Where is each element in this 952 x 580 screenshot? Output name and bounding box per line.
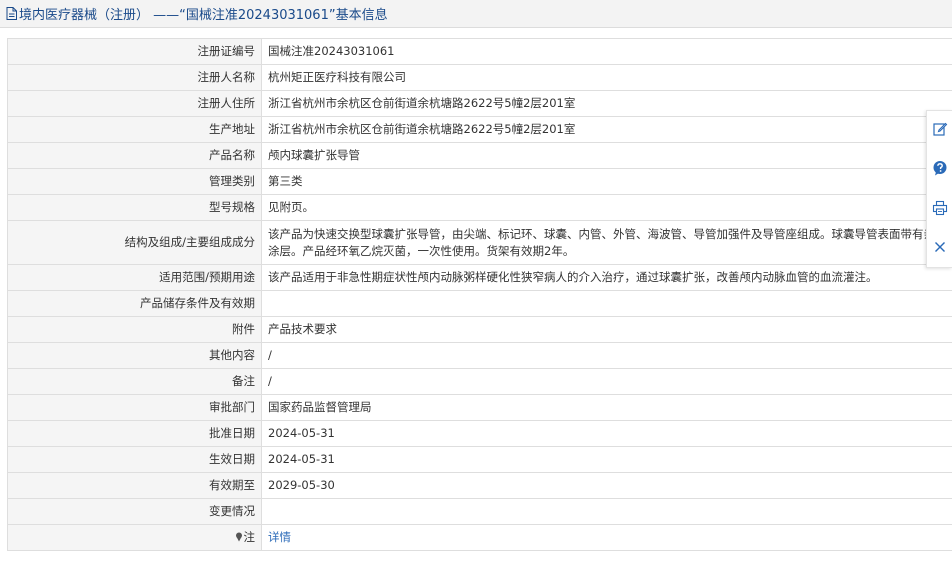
row-value: 国械注准20243031061 — [261, 38, 952, 65]
edit-icon[interactable] — [932, 121, 948, 137]
row-label: 生产地址 — [7, 116, 262, 143]
info-table: 注册证编号 国械注准20243031061 注册人名称 杭州矩正医疗科技有限公司… — [7, 38, 952, 551]
table-row: 有效期至 2029-05-30 — [7, 472, 952, 499]
table-row: 注册人名称 杭州矩正医疗科技有限公司 — [7, 64, 952, 91]
row-value: 浙江省杭州市余杭区仓前街道余杭塘路2622号5幢2层201室 — [261, 116, 952, 143]
table-row: 生产地址 浙江省杭州市余杭区仓前街道余杭塘路2622号5幢2层201室 — [7, 116, 952, 143]
table-row: 备注 / — [7, 368, 952, 395]
row-label: 批准日期 — [7, 420, 262, 447]
note-value: 详情 — [261, 524, 952, 551]
row-value — [261, 498, 952, 525]
row-label: 产品名称 — [7, 142, 262, 169]
row-value: 颅内球囊扩张导管 — [261, 142, 952, 169]
table-row: 注 详情 — [7, 524, 952, 551]
row-value: 产品技术要求 — [261, 316, 952, 343]
table-row: 变更情况 — [7, 498, 952, 525]
row-label: 附件 — [7, 316, 262, 343]
print-icon[interactable] — [932, 200, 948, 216]
note-label-cell: 注 — [7, 524, 262, 551]
row-label: 型号规格 — [7, 194, 262, 221]
row-label: 注册人名称 — [7, 64, 262, 91]
row-value — [261, 290, 952, 317]
table-row: 生效日期 2024-05-31 — [7, 446, 952, 473]
row-value: 杭州矩正医疗科技有限公司 — [261, 64, 952, 91]
row-label: 产品储存条件及有效期 — [7, 290, 262, 317]
row-value: 2029-05-30 — [261, 472, 952, 499]
table-row: 适用范围/预期用途 该产品适用于非急性期症状性颅内动脉粥样硬化性狭窄病人的介入治… — [7, 264, 952, 291]
close-icon[interactable] — [932, 239, 948, 255]
details-link[interactable]: 详情 — [268, 530, 291, 544]
row-value: 见附页。 — [261, 194, 952, 221]
table-row: 产品名称 颅内球囊扩张导管 — [7, 142, 952, 169]
page-title: 境内医疗器械（注册） ——“国械注准20243031061”基本信息 — [19, 8, 388, 23]
row-value: / — [261, 368, 952, 395]
row-value: / — [261, 342, 952, 369]
row-value: 该产品适用于非急性期症状性颅内动脉粥样硬化性狭窄病人的介入治疗，通过球囊扩张，改… — [261, 264, 952, 291]
table-row: 管理类别 第三类 — [7, 168, 952, 195]
row-label: 审批部门 — [7, 394, 262, 421]
row-value: 第三类 — [261, 168, 952, 195]
table-row: 产品储存条件及有效期 — [7, 290, 952, 317]
row-value: 该产品为快速交换型球囊扩张导管，由尖端、标记环、球囊、内管、外管、海波管、导管加… — [261, 220, 952, 265]
row-value: 国家药品监督管理局 — [261, 394, 952, 421]
document-icon — [6, 7, 17, 20]
table-row: 注册人住所 浙江省杭州市余杭区仓前街道余杭塘路2622号5幢2层201室 — [7, 90, 952, 117]
note-label: 注 — [243, 530, 256, 544]
row-value: 2024-05-31 — [261, 420, 952, 447]
row-label: 其他内容 — [7, 342, 262, 369]
side-toolbar — [926, 110, 952, 268]
table-row: 附件 产品技术要求 — [7, 316, 952, 343]
row-label: 结构及组成/主要组成成分 — [7, 220, 262, 265]
row-value: 浙江省杭州市余杭区仓前街道余杭塘路2622号5幢2层201室 — [261, 90, 952, 117]
table-row: 批准日期 2024-05-31 — [7, 420, 952, 447]
row-label: 生效日期 — [7, 446, 262, 473]
row-label: 备注 — [7, 368, 262, 395]
table-row: 其他内容 / — [7, 342, 952, 369]
table-row: 型号规格 见附页。 — [7, 194, 952, 221]
row-label: 适用范围/预期用途 — [7, 264, 262, 291]
table-row: 结构及组成/主要组成成分 该产品为快速交换型球囊扩张导管，由尖端、标记环、球囊、… — [7, 220, 952, 265]
row-label: 变更情况 — [7, 498, 262, 525]
table-row: 审批部门 国家药品监督管理局 — [7, 394, 952, 421]
row-label: 有效期至 — [7, 472, 262, 499]
row-value: 2024-05-31 — [261, 446, 952, 473]
row-label: 注册人住所 — [7, 90, 262, 117]
location-pin-icon — [235, 532, 242, 542]
help-icon[interactable] — [932, 160, 948, 176]
row-label: 注册证编号 — [7, 38, 262, 65]
page-header: 境内医疗器械（注册） ——“国械注准20243031061”基本信息 — [0, 0, 952, 28]
row-label: 管理类别 — [7, 168, 262, 195]
table-row: 注册证编号 国械注准20243031061 — [7, 38, 952, 65]
